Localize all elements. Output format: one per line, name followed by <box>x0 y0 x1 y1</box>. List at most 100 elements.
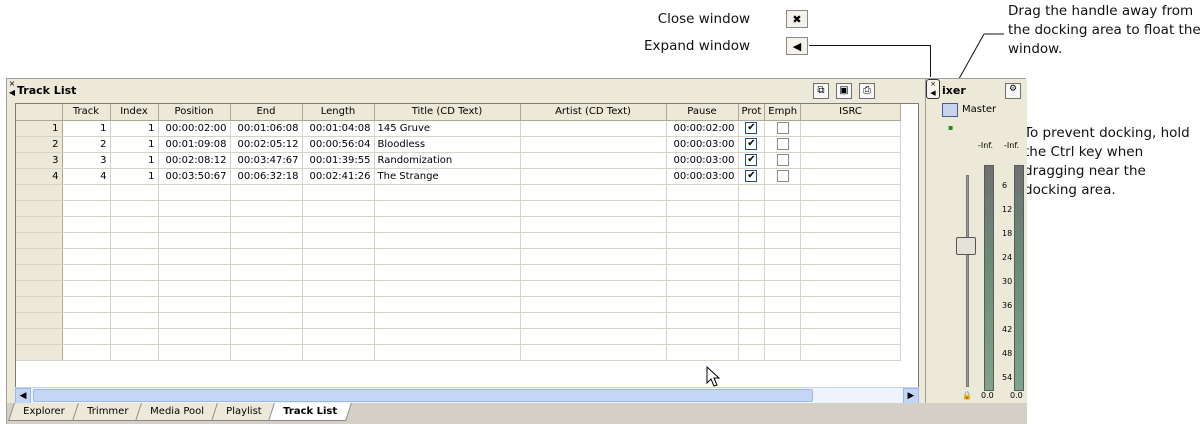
isrc-cell[interactable] <box>800 136 902 153</box>
empty-cell[interactable] <box>16 184 63 201</box>
empty-cell[interactable] <box>230 184 303 201</box>
length-cell[interactable]: 00:02:41:26 <box>302 168 375 185</box>
empty-cell[interactable] <box>666 280 739 297</box>
tab-explorer[interactable]: Explorer <box>8 403 80 421</box>
prot-cell[interactable]: ✔ <box>738 120 766 137</box>
empty-cell[interactable] <box>764 264 802 281</box>
empty-cell[interactable] <box>158 200 231 217</box>
index-cell[interactable]: 1 <box>110 120 159 137</box>
empty-cell[interactable] <box>16 232 63 249</box>
empty-row[interactable] <box>16 248 902 265</box>
position-cell[interactable]: 00:01:09:08 <box>158 136 231 153</box>
empty-cell[interactable] <box>520 200 667 217</box>
track-cell[interactable]: 3 <box>62 152 111 169</box>
empty-cell[interactable] <box>520 232 667 249</box>
empty-cell[interactable] <box>230 312 303 329</box>
empty-cell[interactable] <box>374 296 521 313</box>
empty-cell[interactable] <box>764 200 802 217</box>
empty-cell[interactable] <box>764 184 802 201</box>
empty-cell[interactable] <box>800 280 902 297</box>
length-cell[interactable]: 00:01:04:08 <box>302 120 375 137</box>
row-number[interactable]: 1 <box>16 120 63 137</box>
emph-cell[interactable] <box>764 152 802 169</box>
empty-cell[interactable] <box>158 296 231 313</box>
empty-cell[interactable] <box>230 280 303 297</box>
empty-cell[interactable] <box>110 200 159 217</box>
table-row[interactable]: 3 3 1 00:02:08:12 00:03:47:67 00:01:39:55 Rand… <box>16 152 902 169</box>
empty-row[interactable] <box>16 184 902 201</box>
empty-cell[interactable] <box>302 312 375 329</box>
empty-cell[interactable] <box>800 232 902 249</box>
empty-cell[interactable] <box>666 296 739 313</box>
column-header[interactable]: Track <box>62 104 111 121</box>
empty-cell[interactable] <box>230 296 303 313</box>
empty-cell[interactable] <box>764 216 802 233</box>
empty-cell[interactable] <box>62 328 111 345</box>
track-list-grid[interactable]: Track Index Position End Length Title (CD Tex… <box>15 103 919 403</box>
empty-cell[interactable] <box>16 328 63 345</box>
empty-row[interactable] <box>16 344 902 361</box>
end-cell[interactable]: 00:03:47:67 <box>230 152 303 169</box>
empty-cell[interactable] <box>16 264 63 281</box>
empty-cell[interactable] <box>62 216 111 233</box>
empty-cell[interactable] <box>16 312 63 329</box>
empty-cell[interactable] <box>800 216 902 233</box>
empty-cell[interactable] <box>16 248 63 265</box>
empty-cell[interactable] <box>158 328 231 345</box>
empty-cell[interactable] <box>666 184 739 201</box>
empty-cell[interactable] <box>16 280 63 297</box>
empty-cell[interactable] <box>110 216 159 233</box>
pause-cell[interactable]: 00:00:02:00 <box>666 120 739 137</box>
print-icon[interactable]: ⎙ <box>859 83 875 99</box>
empty-cell[interactable] <box>666 344 739 361</box>
position-cell[interactable]: 00:02:08:12 <box>158 152 231 169</box>
prot-cell[interactable]: ✔ <box>738 168 766 185</box>
empty-cell[interactable] <box>110 184 159 201</box>
table-row[interactable]: 4 4 1 00:03:50:67 00:06:32:18 00:02:41:26 The … <box>16 168 902 185</box>
empty-cell[interactable] <box>158 248 231 265</box>
isrc-cell[interactable] <box>800 152 902 169</box>
empty-cell[interactable] <box>738 344 766 361</box>
empty-cell[interactable] <box>62 200 111 217</box>
row-number[interactable]: 4 <box>16 168 63 185</box>
empty-cell[interactable] <box>374 184 521 201</box>
emph-checkbox[interactable] <box>776 154 789 166</box>
title-cell[interactable]: Bloodless <box>374 136 521 153</box>
column-header[interactable]: Emph <box>764 104 802 121</box>
empty-cell[interactable] <box>764 312 802 329</box>
position-cell[interactable]: 00:03:50:67 <box>158 168 231 185</box>
track-cell[interactable]: 1 <box>62 120 111 137</box>
prot-cell[interactable]: ✔ <box>738 152 766 169</box>
scroll-left-icon[interactable]: ◀ <box>15 388 31 404</box>
copy-icon[interactable]: ⧉ <box>813 83 829 99</box>
expand-window-icon[interactable]: ◀ <box>786 37 808 55</box>
empty-cell[interactable] <box>230 328 303 345</box>
empty-cell[interactable] <box>738 216 766 233</box>
row-number[interactable]: 2 <box>16 136 63 153</box>
horizontal-scrollbar[interactable]: ◀ ▶ <box>15 387 919 404</box>
artist-cell[interactable] <box>520 168 667 185</box>
column-header[interactable]: Prot <box>738 104 766 121</box>
prot-checkbox[interactable]: ✔ <box>745 170 758 182</box>
empty-cell[interactable] <box>110 248 159 265</box>
empty-cell[interactable] <box>374 312 521 329</box>
isrc-cell[interactable] <box>800 168 902 185</box>
artist-cell[interactable] <box>520 136 667 153</box>
empty-cell[interactable] <box>520 264 667 281</box>
empty-cell[interactable] <box>520 328 667 345</box>
empty-cell[interactable] <box>800 264 902 281</box>
empty-cell[interactable] <box>302 344 375 361</box>
emph-cell[interactable] <box>764 120 802 137</box>
volume-fader[interactable] <box>956 237 976 255</box>
scroll-right-icon[interactable]: ▶ <box>903 388 919 404</box>
empty-cell[interactable] <box>520 280 667 297</box>
artist-cell[interactable] <box>520 152 667 169</box>
empty-cell[interactable] <box>666 216 739 233</box>
table-row[interactable]: 2 2 1 00:01:09:08 00:02:05:12 00:00:56:04 Bloo… <box>16 136 902 153</box>
empty-cell[interactable] <box>62 264 111 281</box>
empty-cell[interactable] <box>158 280 231 297</box>
track-cell[interactable]: 2 <box>62 136 111 153</box>
prot-checkbox[interactable]: ✔ <box>745 154 758 166</box>
empty-cell[interactable] <box>374 280 521 297</box>
isrc-cell[interactable] <box>800 120 902 137</box>
